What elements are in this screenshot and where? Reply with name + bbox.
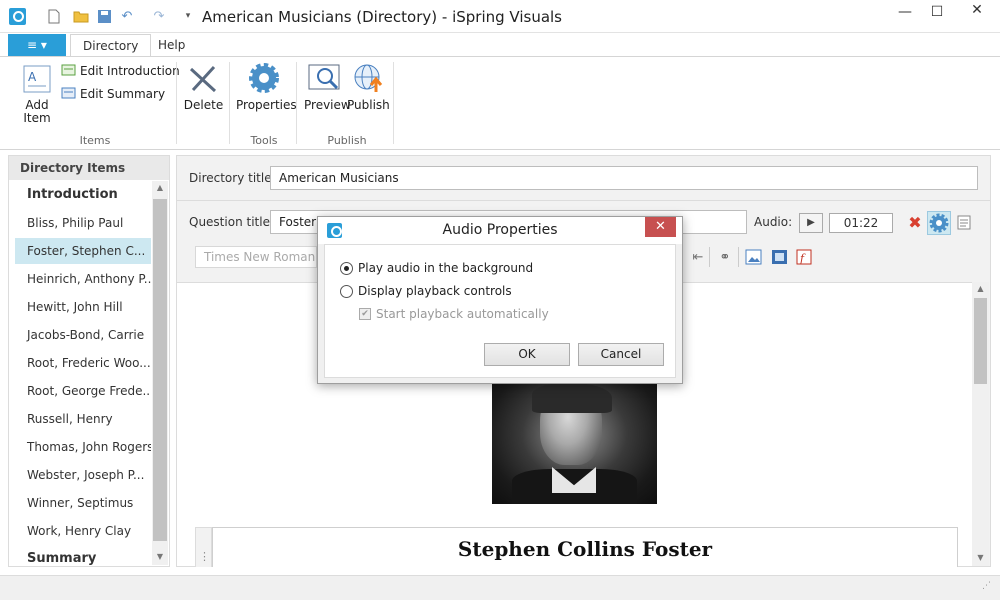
sidebar-item-summary[interactable]: Summary — [15, 546, 151, 572]
tools-group-label: Tools — [250, 134, 278, 147]
sidebar-scroll-up-icon[interactable]: ▲ — [153, 183, 167, 192]
grip-icon: ⋮ — [199, 550, 210, 563]
dialog-title: Audio Properties — [442, 222, 558, 238]
delete-button[interactable]: Delete — [182, 99, 225, 112]
toolbar-separator — [709, 247, 710, 267]
audio-properties-gear-icon[interactable] — [927, 211, 951, 235]
link-icon[interactable]: ⚭ — [716, 249, 734, 266]
directory-title-input[interactable]: American Musicians — [270, 166, 978, 190]
preview-icon[interactable] — [308, 62, 342, 96]
new-file-icon[interactable] — [46, 9, 62, 24]
open-folder-icon[interactable] — [73, 9, 89, 24]
sidebar-item[interactable]: Thomas, John Rogers — [15, 434, 151, 460]
ribbon-separator — [229, 62, 230, 144]
window-title: American Musicians (Directory) - iSpring… — [202, 8, 562, 26]
play-background-radio[interactable] — [340, 262, 353, 275]
cancel-button[interactable]: Cancel — [578, 343, 664, 366]
ribbon-separator — [393, 62, 394, 144]
editor-scroll-thumb[interactable] — [974, 298, 987, 384]
sidebar-item[interactable]: Jacobs-Bond, Carrie — [15, 322, 151, 348]
items-group-label: Items — [79, 134, 111, 147]
sidebar-item[interactable]: Winner, Septimus — [15, 490, 151, 516]
stephen-foster-portrait[interactable] — [492, 383, 657, 504]
properties-gear-icon[interactable] — [248, 62, 280, 94]
sidebar-item[interactable]: Root, Frederic Woo... — [15, 350, 151, 376]
file-menu-button[interactable]: ≡ ▾ — [8, 34, 66, 56]
editor-scroll-down-icon[interactable]: ▼ — [974, 553, 987, 562]
play-background-label[interactable]: Play audio in the background — [358, 261, 533, 275]
redo-icon[interactable]: ↷ — [151, 9, 167, 24]
display-controls-radio[interactable] — [340, 285, 353, 298]
ok-button[interactable]: OK — [484, 343, 570, 366]
minimize-button[interactable]: — — [888, 0, 922, 26]
question-title-label: Question title: — [189, 215, 274, 229]
content-heading: Stephen Collins Foster — [457, 537, 713, 561]
sidebar-scroll-thumb[interactable] — [153, 199, 167, 541]
sidebar-item[interactable]: Heinrich, Anthony P... — [15, 266, 151, 292]
sidebar-item[interactable]: Root, George Frede... — [15, 378, 151, 404]
sidebar-item[interactable]: Bliss, Philip Paul — [15, 210, 151, 236]
audio-duration: 01:22 — [829, 213, 893, 233]
sidebar-item[interactable]: Webster, Joseph P... — [15, 462, 151, 488]
add-item-button[interactable]: Add Item — [18, 99, 56, 125]
remove-audio-icon[interactable]: ✖ — [906, 213, 924, 233]
add-item-icon[interactable]: A — [22, 65, 54, 95]
font-family-select[interactable]: Times New Roman — [195, 246, 317, 268]
customize-icon[interactable]: ▾ — [180, 9, 196, 24]
sidebar-item[interactable]: Hewitt, John Hill — [15, 294, 151, 320]
outdent-icon[interactable]: ⇤ — [689, 249, 707, 266]
delete-icon[interactable] — [187, 63, 219, 95]
dialog-close-button[interactable]: ✕ — [645, 217, 676, 237]
insert-flash-icon[interactable]: f — [796, 249, 814, 266]
save-icon[interactable] — [96, 9, 112, 24]
audio-play-button[interactable]: ▶ — [799, 213, 823, 233]
sidebar-item-selected[interactable]: Foster, Stephen C... — [15, 238, 151, 264]
close-button[interactable]: ✕ — [954, 0, 1000, 21]
maximize-button[interactable]: ☐ — [920, 0, 954, 26]
ribbon-separator — [296, 62, 297, 144]
publish-button[interactable]: Publish — [347, 99, 390, 112]
sidebar-item[interactable]: Work, Henry Clay — [15, 518, 151, 544]
edit-introduction-icon[interactable] — [61, 63, 77, 79]
display-controls-label[interactable]: Display playback controls — [358, 284, 512, 298]
toolbar-separator — [738, 247, 739, 267]
properties-button[interactable]: Properties — [236, 99, 297, 112]
divider — [177, 200, 990, 201]
insert-video-icon[interactable] — [771, 249, 789, 266]
edit-introduction-button[interactable]: Edit Introduction — [80, 65, 180, 78]
publish-globe-icon[interactable] — [352, 62, 386, 96]
sidebar-item[interactable]: Russell, Henry — [15, 406, 151, 432]
audio-notes-icon[interactable] — [957, 215, 971, 230]
editor-scroll-up-icon[interactable]: ▲ — [974, 284, 987, 293]
svg-text:A: A — [28, 70, 37, 84]
tab-help[interactable]: Help — [146, 34, 197, 57]
directory-title-label: Directory title: — [189, 171, 276, 185]
sidebar-scroll-down-icon[interactable]: ▼ — [153, 552, 167, 561]
sidebar-header: Directory Items — [9, 156, 169, 180]
sidebar-item-introduction[interactable]: Introduction — [15, 182, 151, 208]
add-item-label-2: Item — [23, 111, 51, 125]
block-grip-handle[interactable]: ⋮ — [195, 527, 212, 567]
ispring-logo-icon[interactable] — [9, 8, 26, 25]
preview-button[interactable]: Preview — [304, 99, 351, 112]
autoplay-label[interactable]: Start playback automatically — [376, 307, 549, 321]
ribbon-separator — [176, 62, 177, 144]
undo-icon[interactable]: ↶ — [119, 9, 135, 24]
tab-directory[interactable]: Directory — [70, 34, 152, 57]
audio-label: Audio: — [754, 215, 793, 229]
resize-grip-icon[interactable]: ⋰ — [982, 580, 994, 592]
insert-image-icon[interactable] — [745, 249, 763, 266]
publish-group-label: Publish — [327, 134, 367, 147]
status-bar — [0, 575, 1000, 600]
edit-summary-icon[interactable] — [61, 86, 77, 102]
edit-summary-button[interactable]: Edit Summary — [80, 88, 165, 101]
autoplay-checkbox[interactable]: ✔ — [359, 308, 371, 320]
